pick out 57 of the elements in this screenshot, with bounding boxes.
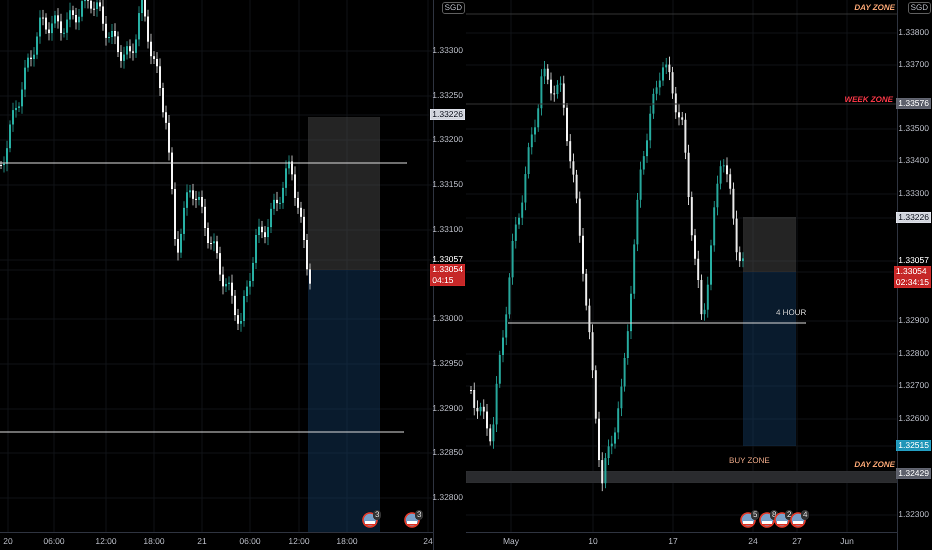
zone-label: WEEK ZONE: [844, 95, 893, 104]
price-label: 1.33700: [897, 59, 930, 70]
price-label: 1.32900: [897, 315, 930, 326]
price-label: 1.33000: [431, 313, 464, 324]
event-count: 3: [415, 510, 424, 520]
time-label: Jun: [840, 536, 854, 546]
price-label: 1.32800: [897, 348, 930, 359]
price-label: 1.32700: [897, 380, 930, 391]
price-label: 1.32600: [897, 413, 930, 424]
price-label: 1.32800: [431, 492, 464, 503]
time-label: 24: [423, 536, 433, 546]
time-label: 06:00: [43, 536, 65, 546]
price-label: 1.33300: [897, 188, 930, 199]
price-label: 1.33057: [897, 255, 930, 266]
price-label: 1.33400: [897, 155, 930, 166]
price-label: 1.32950: [431, 358, 464, 369]
price-badge: 1.32515: [896, 440, 931, 451]
price-label: 1.33054: [432, 264, 463, 275]
time-label: 10: [588, 536, 598, 546]
time-label: 17: [668, 536, 678, 546]
zone-label: DAY ZONE: [854, 3, 895, 12]
time-label: 27: [792, 536, 802, 546]
time-label: 18:00: [336, 536, 358, 546]
price-label: 1.33500: [897, 123, 930, 134]
event-count: 4: [801, 510, 810, 520]
price-badge: 1.33226: [430, 109, 465, 120]
zone-label: BUY ZONE: [729, 456, 770, 465]
countdown-label: 04:15: [432, 275, 455, 286]
price-label: 1.33200: [431, 134, 464, 145]
price-label: 1.33250: [431, 90, 464, 101]
currency-button[interactable]: SGD: [908, 2, 931, 14]
event-count: 5: [751, 510, 760, 520]
price-badge: 1.33226: [896, 212, 931, 223]
currency-button[interactable]: SGD: [442, 2, 465, 14]
price-label: 1.33057: [431, 254, 464, 265]
time-label: 12:00: [288, 536, 310, 546]
time-label: 06:00: [239, 536, 261, 546]
time-label: 18:00: [143, 536, 165, 546]
time-label: 24: [748, 536, 758, 546]
price-label: 1.33800: [897, 27, 930, 38]
time-label: May: [502, 536, 520, 546]
countdown-label: 02:34:15: [896, 277, 929, 288]
price-label: 1.33300: [431, 45, 464, 56]
time-label: 20: [3, 536, 13, 546]
price-badge: 1.32429: [896, 468, 931, 479]
zone-label: 4 HOUR: [776, 308, 806, 317]
price-label: 1.33100: [431, 224, 464, 235]
price-label: 1.33150: [431, 179, 464, 190]
price-label: 1.33054: [896, 266, 928, 277]
time-label: 21: [197, 536, 207, 546]
price-badge: 1.33576: [896, 98, 931, 109]
zone-label: DAY ZONE: [854, 460, 895, 469]
price-label: 1.32300: [897, 509, 930, 520]
event-count: 3: [373, 510, 382, 520]
price-label: 1.32900: [431, 403, 464, 414]
time-label: 12:00: [95, 536, 117, 546]
price-label: 1.32850: [431, 447, 464, 458]
